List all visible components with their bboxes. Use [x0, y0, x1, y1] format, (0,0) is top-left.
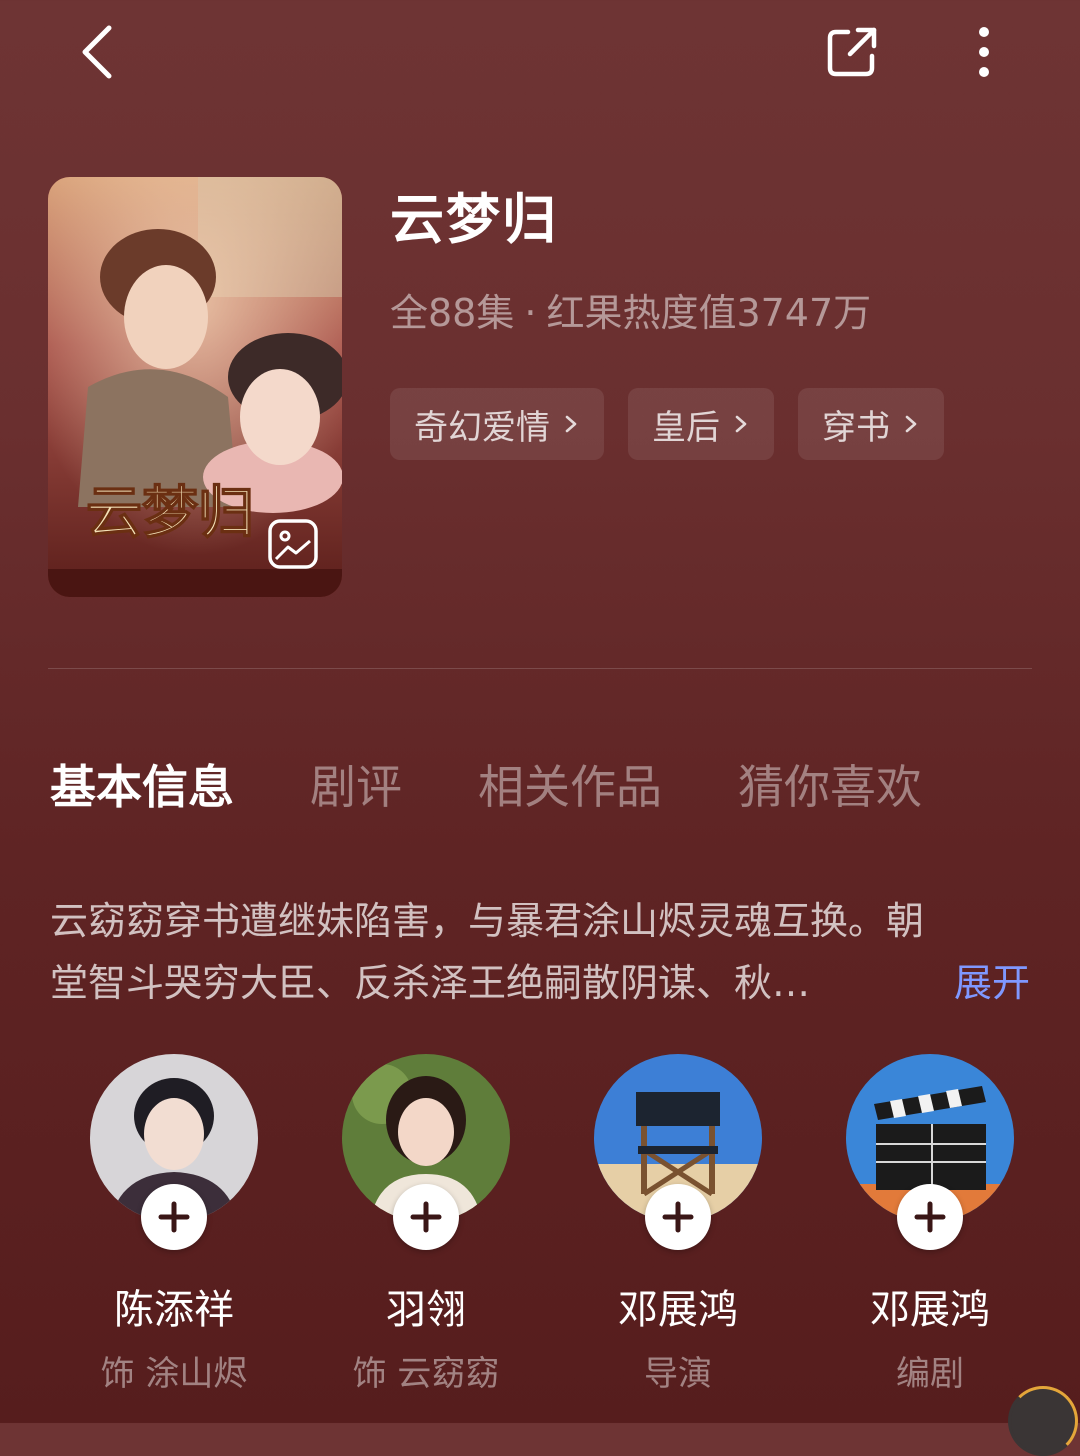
chevron-right-icon: [735, 415, 747, 433]
chevron-right-icon: [905, 415, 917, 433]
tag-chip[interactable]: 皇后: [628, 388, 774, 460]
tab-related-works[interactable]: 相关作品: [478, 754, 662, 820]
cast-member[interactable]: 邓展鸿 编剧: [804, 1054, 1056, 1398]
plus-icon: [662, 1201, 694, 1233]
tab-basic-info[interactable]: 基本信息: [50, 754, 234, 820]
synopsis-line: 云窈窈穿书遭继妹陷害，与暴君涂山烬灵魂互换。朝: [50, 899, 925, 943]
follow-button[interactable]: [645, 1184, 711, 1250]
chevron-left-icon: [82, 25, 112, 79]
share-external-icon: [827, 27, 877, 77]
floating-progress-badge[interactable]: [1008, 1386, 1078, 1456]
follow-button[interactable]: [393, 1184, 459, 1250]
cast-role: 饰 云窈窈: [352, 1354, 500, 1394]
tag-chip[interactable]: 奇幻爱情: [390, 388, 604, 460]
cast-role: 导演: [644, 1354, 712, 1394]
tab-bar: 基本信息 剧评 相关作品 猜你喜欢: [50, 754, 922, 820]
plus-icon: [158, 1201, 190, 1233]
svg-text:云梦归: 云梦归: [86, 480, 254, 546]
cast-member[interactable]: 羽翎 饰 云窈窈: [300, 1054, 552, 1398]
synopsis-text: 云窈窈穿书遭继妹陷害，与暴君涂山烬灵魂互换。朝 堂智斗哭穷大臣、反杀泽王绝嗣散阴…: [50, 890, 1030, 1014]
cast-name: 羽翎: [386, 1287, 466, 1333]
share-button[interactable]: [816, 16, 888, 88]
cast-role: 饰 涂山烬: [100, 1354, 248, 1394]
cast-member[interactable]: 邓展鸿 导演: [552, 1054, 804, 1398]
follow-button[interactable]: [141, 1184, 207, 1250]
chevron-right-icon: [565, 415, 577, 433]
plus-icon: [410, 1201, 442, 1233]
tab-reviews[interactable]: 剧评: [310, 754, 402, 820]
expand-button[interactable]: 展开: [954, 952, 1030, 1014]
cast-name: 邓展鸿: [618, 1287, 738, 1333]
cast-name: 陈添祥: [114, 1287, 234, 1333]
tag-chip[interactable]: 穿书: [798, 388, 944, 460]
cast-name: 邓展鸿: [870, 1287, 990, 1333]
cast-member[interactable]: 陈添祥 饰 涂山烬: [48, 1054, 300, 1398]
tag-list: 奇幻爱情 皇后 穿书: [390, 388, 944, 460]
tag-label: 穿书: [822, 407, 890, 448]
section-divider: [48, 668, 1032, 669]
tab-recommendations[interactable]: 猜你喜欢: [738, 754, 922, 820]
follow-button[interactable]: [897, 1184, 963, 1250]
tag-label: 奇幻爱情: [414, 407, 550, 448]
back-button[interactable]: [62, 14, 132, 90]
episode-count: 全88集: [390, 291, 515, 335]
heat-value: 红果热度值3747万: [546, 291, 872, 335]
show-title: 云梦归: [390, 188, 558, 251]
tag-label: 皇后: [652, 407, 720, 448]
more-options-button[interactable]: [954, 16, 1014, 88]
more-vertical-icon: [979, 27, 989, 77]
meta-separator: ·: [524, 291, 537, 335]
poster-image[interactable]: 云梦归: [48, 177, 342, 597]
plus-icon: [914, 1201, 946, 1233]
cast-role: 编剧: [896, 1354, 964, 1394]
image-gallery-icon[interactable]: [266, 517, 320, 571]
show-meta: 全88集 · 红果热度值3747万: [390, 286, 871, 340]
synopsis-line: 堂智斗哭穷大臣、反杀泽王绝嗣散阴谋、秋…: [50, 961, 811, 1005]
